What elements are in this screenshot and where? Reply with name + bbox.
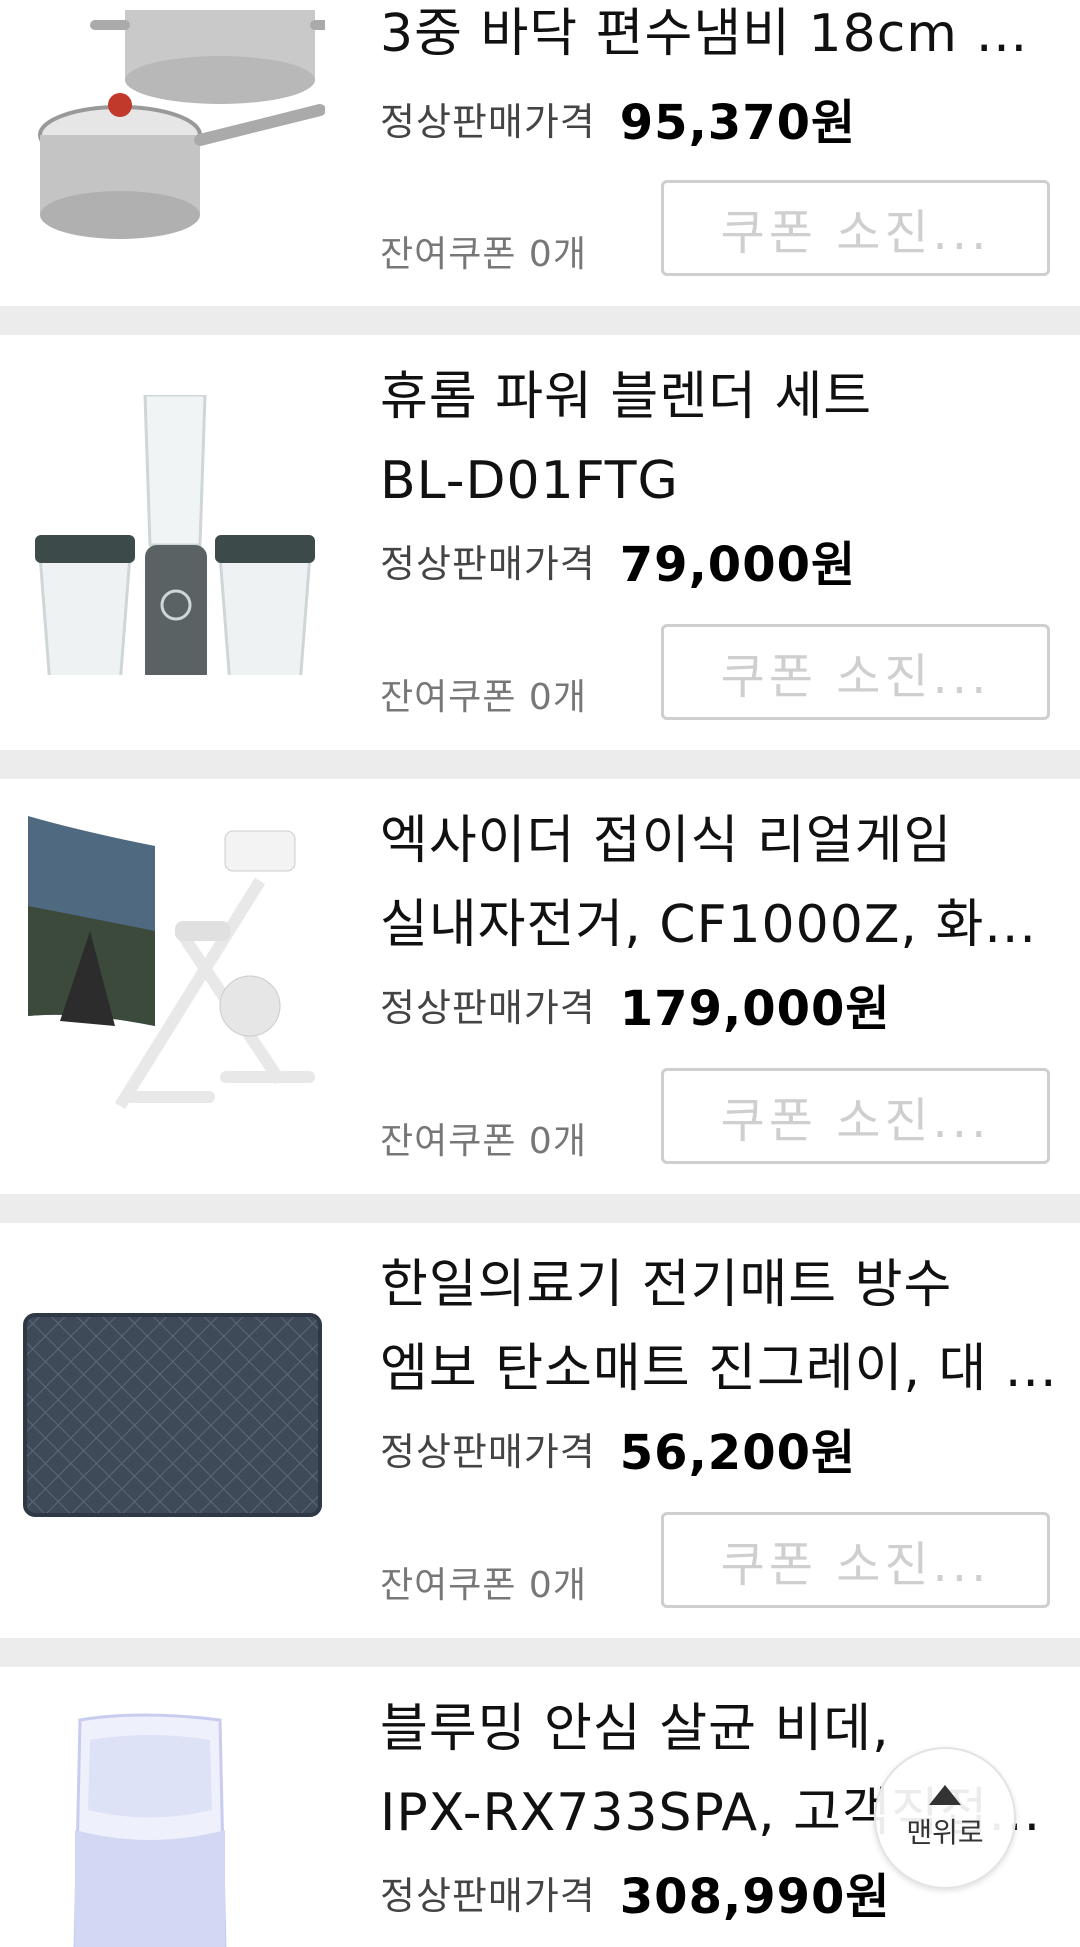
price-value: 56,200원	[619, 1425, 857, 1481]
product-name[interactable]: 엑사이더 접이식 리얼게임	[380, 799, 1060, 883]
separator	[0, 1194, 1080, 1223]
price-label: 정상판매가격	[380, 1429, 596, 1474]
price-value: 95,370원	[619, 95, 857, 151]
remaining-coupon-count: 잔여쿠폰 0개	[380, 234, 587, 275]
product-card[interactable]: 엑사이더 접이식 리얼게임 실내자전거, CF1000Z, 화... 정상판매가…	[0, 779, 1080, 1194]
bidet-icon	[73, 1713, 227, 1947]
price-value: 79,000원	[619, 537, 857, 593]
separator	[0, 750, 1080, 779]
price-label: 정상판매가격	[380, 1873, 596, 1918]
product-card[interactable]: 휴롬 파워 블렌더 세트 BL-D01FTG 정상판매가격 79,000원 잔여…	[0, 335, 1080, 750]
scroll-to-top-button[interactable]: 맨위로	[874, 1747, 1016, 1889]
arrow-up-icon	[929, 1785, 961, 1805]
product-card[interactable]: 한일의료기 전기매트 방수 엠보 탄소매트 진그레이, 대 ... 정상판매가격…	[0, 1223, 1080, 1638]
product-name[interactable]: 엠보 탄소매트 진그레이, 대 ...	[380, 1327, 1060, 1411]
product-name[interactable]: 실내자전거, CF1000Z, 화...	[380, 883, 1060, 967]
price-label: 정상판매가격	[380, 985, 596, 1030]
blender-set-icon	[35, 395, 315, 675]
exercise-bike-icon	[28, 816, 315, 1110]
stainless-pot-set-icon	[38, 10, 325, 239]
product-card[interactable]: 3중 바닥 편수냄비 18cm + ... 정상판매가격 95,370원 잔여쿠…	[0, 0, 1080, 306]
electric-mat-icon	[23, 1313, 322, 1517]
remaining-coupon-count: 잔여쿠폰 0개	[380, 1565, 587, 1606]
product-name[interactable]: 휴롬 파워 블렌더 세트	[380, 355, 1060, 439]
price-value: 179,000원	[619, 981, 891, 1037]
coupon-exhausted-button[interactable]: 쿠폰 소진...	[661, 1068, 1050, 1164]
product-name[interactable]: 한일의료기 전기매트 방수	[380, 1243, 1060, 1327]
coupon-exhausted-button[interactable]: 쿠폰 소진...	[661, 624, 1050, 720]
separator	[0, 306, 1080, 335]
coupon-exhausted-button[interactable]: 쿠폰 소진...	[661, 1512, 1050, 1608]
remaining-coupon-count: 잔여쿠폰 0개	[380, 1121, 587, 1162]
price-value: 308,990원	[619, 1869, 891, 1925]
coupon-exhausted-button[interactable]: 쿠폰 소진...	[661, 180, 1050, 276]
price-label: 정상판매가격	[380, 541, 596, 586]
scroll-to-top-label: 맨위로	[906, 1817, 984, 1848]
product-name[interactable]: BL-D01FTG	[380, 439, 1060, 523]
product-name[interactable]: 3중 바닥 편수냄비 18cm + ...	[380, 0, 1060, 76]
separator	[0, 1638, 1080, 1667]
price-label: 정상판매가격	[380, 99, 596, 144]
remaining-coupon-count: 잔여쿠폰 0개	[380, 677, 587, 718]
